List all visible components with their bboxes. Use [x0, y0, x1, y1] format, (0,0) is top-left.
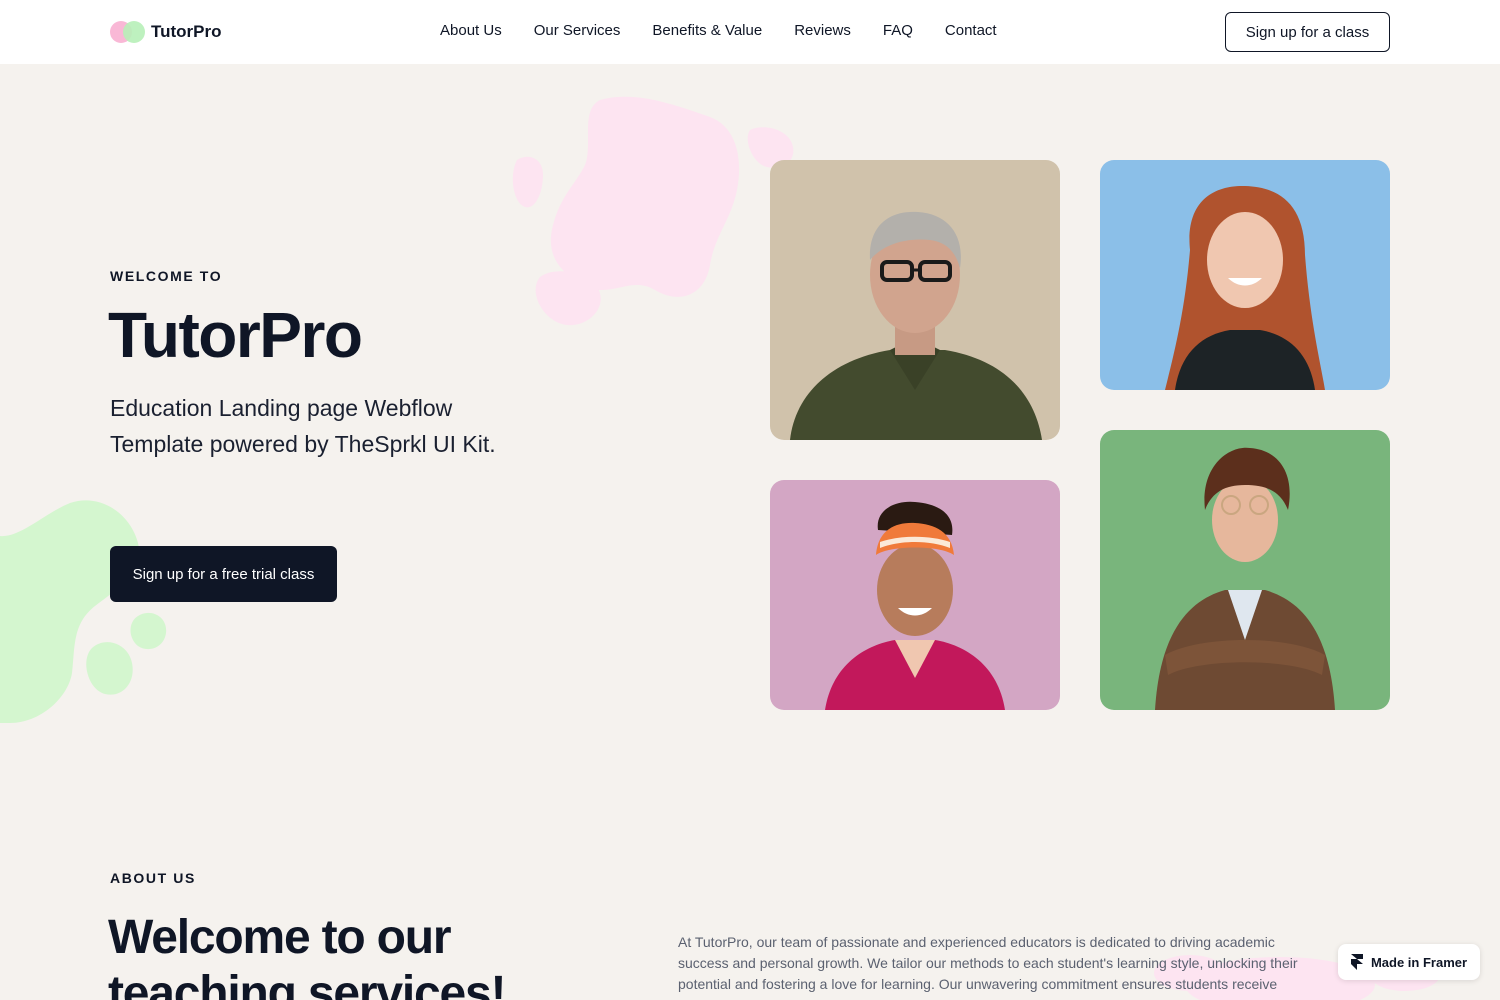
- tutor-photo-woman-blazer: [1100, 430, 1390, 710]
- nav-link-contact[interactable]: Contact: [945, 22, 997, 39]
- nav-link-reviews[interactable]: Reviews: [794, 22, 851, 39]
- signup-class-button[interactable]: Sign up for a class: [1225, 12, 1390, 52]
- nav-link-benefits-value[interactable]: Benefits & Value: [652, 22, 762, 39]
- about-eyebrow: ABOUT US: [110, 870, 196, 886]
- framer-badge-label: Made in Framer: [1370, 954, 1468, 970]
- about-title: Welcome to our teaching services!: [108, 911, 506, 1000]
- green-blob-decoration: [0, 500, 167, 723]
- logo-mark-icon: [110, 21, 148, 43]
- tutor-photo-older-man: [770, 160, 1060, 440]
- logo[interactable]: TutorPro: [110, 20, 222, 44]
- hero-title: TutorPro: [108, 299, 363, 371]
- nav-link-our-services[interactable]: Our Services: [534, 22, 621, 39]
- free-trial-button[interactable]: Sign up for a free trial class: [110, 546, 337, 602]
- hero-subtitle: Education Landing page Webflow Template …: [110, 395, 496, 457]
- made-in-framer-badge[interactable]: Made in Framer: [1338, 944, 1480, 980]
- tutor-photo-woman-headwrap: [770, 480, 1060, 710]
- nav-link-faq[interactable]: FAQ: [883, 22, 913, 39]
- about-description: At TutorPro, our team of passionate and …: [678, 934, 1298, 1000]
- nav-link-about-us[interactable]: About Us: [440, 22, 502, 39]
- pink-blob-decoration: [512, 96, 794, 326]
- hero-eyebrow: WELCOME TO: [110, 268, 223, 284]
- logo-text: TutorPro: [151, 22, 222, 41]
- top-nav: TutorPro About Us Our Services Benefits …: [0, 0, 1500, 64]
- framer-logo-icon: [1350, 954, 1363, 970]
- tutor-photo-redhead-woman: [1100, 160, 1390, 390]
- nav-links: About Us Our Services Benefits & Value R…: [440, 22, 997, 39]
